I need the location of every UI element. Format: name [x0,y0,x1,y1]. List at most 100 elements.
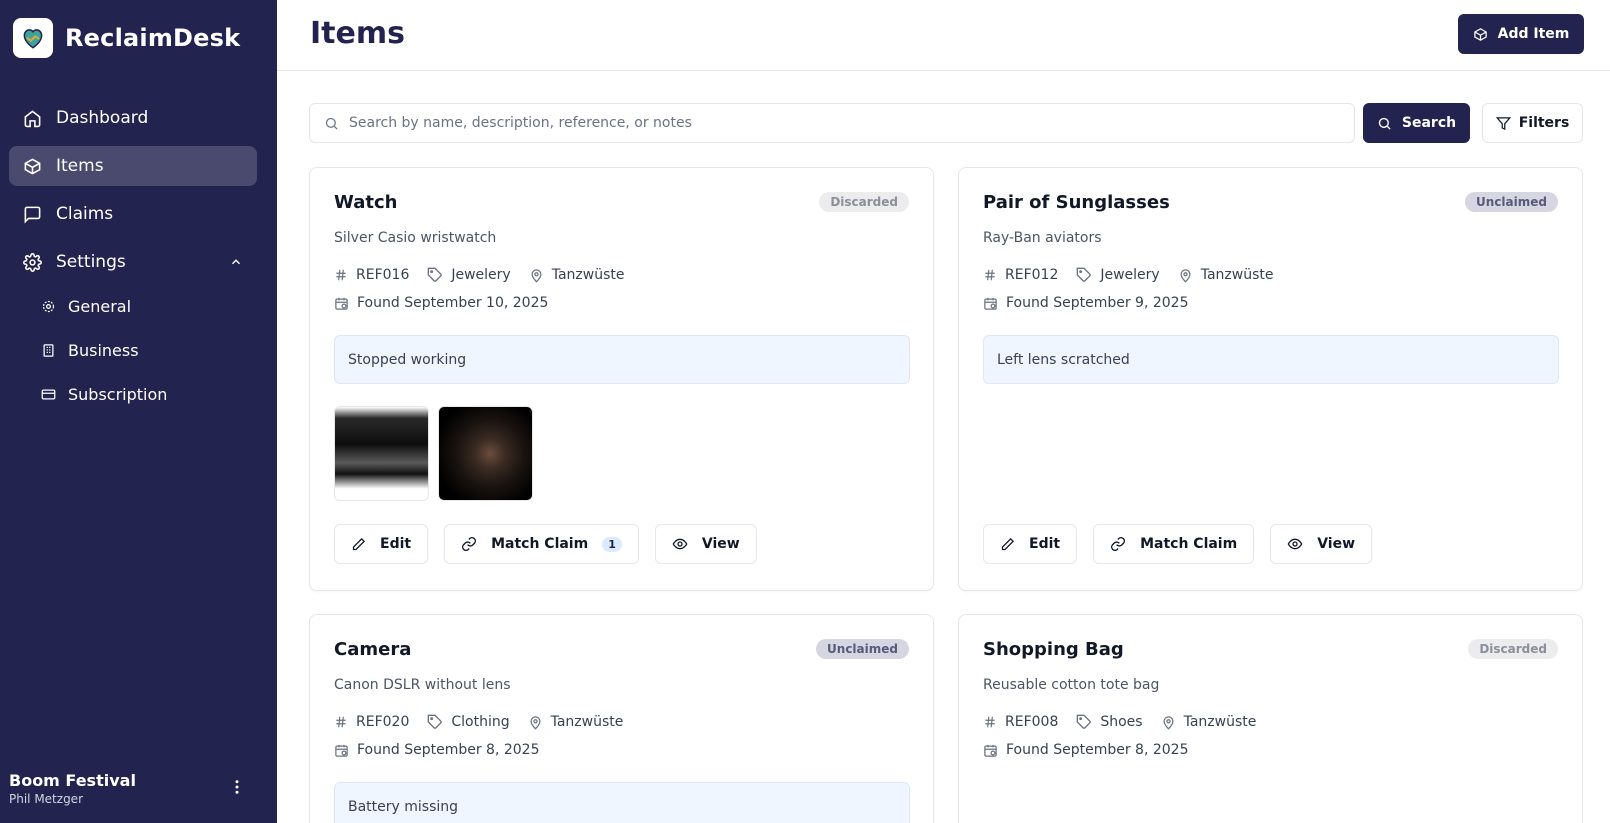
calendar-clock-icon [334,296,349,311]
item-card: Pair of Sunglasses Unclaimed Ray-Ban avi… [958,167,1583,591]
item-found: Found September 8, 2025 [983,742,1188,758]
eye-icon [1287,536,1303,552]
sidebar-item-business[interactable]: Business [9,332,257,368]
search-icon [1377,116,1392,131]
sidebar-item-label: Settings [56,252,126,272]
item-meta: REF012 Jewelery Tanzwüste [983,267,1291,283]
building-icon [41,343,56,358]
add-item-button[interactable]: Add Item [1458,14,1584,54]
view-button[interactable]: View [1270,524,1373,564]
gear-icon [23,252,42,272]
item-description: Canon DSLR without lens [334,677,511,693]
page-title: Items [310,16,405,51]
item-found-date: Found September 8, 2025 [1006,742,1189,758]
match-claim-button[interactable]: Match Claim [1093,524,1255,564]
item-ref: REF012 [1005,267,1059,283]
brand[interactable]: ReclaimDesk [13,18,240,58]
main-nav: Dashboard Items Claims Settings General … [9,98,257,420]
link-icon [1110,536,1126,552]
sidebar-item-settings[interactable]: Settings [9,242,257,282]
search-icon [324,116,339,131]
item-description: Reusable cotton tote bag [983,677,1160,693]
item-location: Tanzwüste [550,714,624,730]
item-location: Tanzwüste [551,267,625,283]
item-ref: REF020 [356,714,410,730]
search-box [309,103,1355,143]
item-card: Shopping Bag Discarded Reusable cotton t… [958,614,1583,823]
item-actions: Edit Match Claim 1 View [334,524,757,564]
calendar-clock-icon [983,743,998,758]
heart-handshake-logo-icon [13,18,53,58]
filters-button-label: Filters [1518,115,1570,131]
pencil-icon [1000,537,1015,552]
hash-icon [983,715,997,729]
item-note: Left lens scratched [983,335,1559,384]
user-name: Phil Metzger [9,792,83,806]
item-category: Jewelery [451,267,511,283]
tag-icon [1076,714,1092,730]
sidebar-item-subscription[interactable]: Subscription [9,376,257,412]
view-label: View [1317,536,1356,552]
item-found: Found September 8, 2025 [334,742,539,758]
item-category: Jewelery [1100,267,1160,283]
match-claim-label: Match Claim [491,536,589,552]
item-photos [334,406,533,501]
item-title[interactable]: Watch [334,192,397,213]
hash-icon [983,268,997,282]
add-item-label: Add Item [1497,26,1570,42]
map-pin-icon [528,715,543,730]
sidebar-item-dashboard[interactable]: Dashboard [9,98,257,138]
status-badge: Unclaimed [816,639,909,659]
search-input[interactable] [349,115,1309,131]
link-icon [461,536,477,552]
sidebar-item-label: General [68,296,132,316]
edit-button[interactable]: Edit [983,524,1078,564]
item-actions: Edit Match Claim View [983,524,1373,564]
calendar-clock-icon [334,743,349,758]
chevron-up-icon[interactable] [229,255,243,269]
item-photo[interactable] [438,406,533,501]
sidebar-item-items[interactable]: Items [9,146,257,186]
map-pin-icon [529,268,544,283]
item-card: Camera Unclaimed Canon DSLR without lens… [309,614,934,823]
item-ref: REF016 [356,267,410,283]
tag-icon [427,714,443,730]
item-location: Tanzwüste [1200,267,1274,283]
sidebar-item-label: Subscription [68,384,168,404]
sidebar-item-general[interactable]: General [9,288,257,324]
item-title[interactable]: Shopping Bag [983,639,1124,660]
item-note: Stopped working [334,335,910,384]
item-photo[interactable] [334,406,429,501]
status-badge: Discarded [819,192,909,212]
credit-card-icon [41,387,56,402]
calendar-clock-icon [983,296,998,311]
item-title[interactable]: Camera [334,639,411,660]
item-note: Battery missing [334,782,910,823]
item-found: Found September 10, 2025 [334,295,548,311]
item-category: Clothing [451,714,510,730]
filters-button[interactable]: Filters [1482,103,1583,143]
map-pin-icon [1161,715,1176,730]
view-button[interactable]: View [654,524,757,564]
search-button[interactable]: Search [1363,103,1470,143]
package-icon [1473,27,1488,42]
filter-icon [1495,116,1511,131]
package-icon [23,157,42,176]
sidebar: ReclaimDesk Dashboard Items Claims Setti… [0,0,277,823]
edit-label: Edit [1029,536,1061,552]
item-found: Found September 9, 2025 [983,295,1188,311]
org-switcher[interactable]: Boom Festival Phil Metzger [9,771,136,806]
item-found-date: Found September 8, 2025 [357,742,540,758]
item-title[interactable]: Pair of Sunglasses [983,192,1170,213]
home-icon [23,109,42,128]
item-category: Shoes [1100,714,1143,730]
view-label: View [701,536,740,552]
edit-button[interactable]: Edit [334,524,429,564]
sidebar-item-claims[interactable]: Claims [9,194,257,234]
hash-icon [334,268,348,282]
more-vertical-icon[interactable] [228,778,246,796]
match-claim-label: Match Claim [1140,536,1238,552]
tag-icon [427,267,443,283]
match-claim-button[interactable]: Match Claim 1 [444,524,639,564]
sidebar-item-label: Business [68,340,139,360]
